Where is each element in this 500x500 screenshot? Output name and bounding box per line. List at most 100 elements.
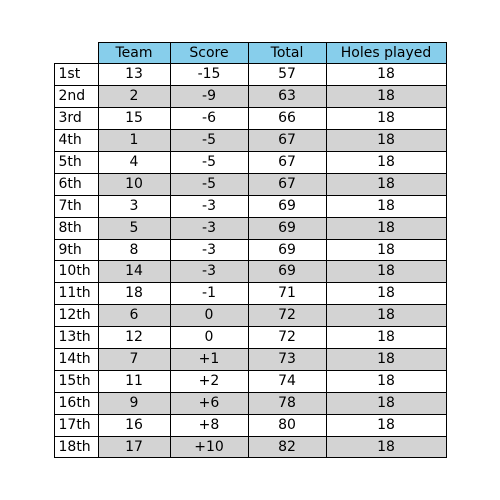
score-cell: -6 [170,108,248,130]
table-row: 17th16+88018 [54,414,446,436]
rank-cell: 17th [54,414,98,436]
team-cell: 14 [98,261,170,283]
table-row: 14th7+17318 [54,349,446,371]
header-blank [54,42,98,64]
holes-cell: 18 [326,327,446,349]
rank-cell: 16th [54,392,98,414]
table-row: 10th14-36918 [54,261,446,283]
team-cell: 8 [98,239,170,261]
total-cell: 67 [248,151,326,173]
table-row: 15th11+27418 [54,370,446,392]
table-row: 6th10-56718 [54,173,446,195]
team-cell: 4 [98,151,170,173]
rank-cell: 8th [54,217,98,239]
rank-cell: 18th [54,436,98,458]
table-row: 7th3-36918 [54,195,446,217]
score-cell: -5 [170,151,248,173]
score-cell: +2 [170,370,248,392]
score-cell: +8 [170,414,248,436]
header-team: Team [98,42,170,64]
team-cell: 5 [98,217,170,239]
total-cell: 69 [248,217,326,239]
leaderboard-table: Team Score Total Holes played 1st13-1557… [54,42,447,459]
team-cell: 16 [98,414,170,436]
score-cell: -3 [170,261,248,283]
table-row: 16th9+67818 [54,392,446,414]
rank-cell: 7th [54,195,98,217]
team-cell: 2 [98,86,170,108]
total-cell: 67 [248,130,326,152]
score-cell: -1 [170,283,248,305]
score-cell: +6 [170,392,248,414]
rank-cell: 14th [54,349,98,371]
score-cell: -3 [170,239,248,261]
team-cell: 9 [98,392,170,414]
total-cell: 72 [248,327,326,349]
team-cell: 17 [98,436,170,458]
team-cell: 11 [98,370,170,392]
team-cell: 7 [98,349,170,371]
total-cell: 73 [248,349,326,371]
table-row: 18th17+108218 [54,436,446,458]
holes-cell: 18 [326,217,446,239]
holes-cell: 18 [326,130,446,152]
team-cell: 3 [98,195,170,217]
header-score: Score [170,42,248,64]
total-cell: 69 [248,239,326,261]
holes-cell: 18 [326,173,446,195]
header-holes: Holes played [326,42,446,64]
team-cell: 10 [98,173,170,195]
total-cell: 78 [248,392,326,414]
team-cell: 15 [98,108,170,130]
table-row: 5th4-56718 [54,151,446,173]
holes-cell: 18 [326,64,446,86]
rank-cell: 12th [54,305,98,327]
table-row: 1st13-155718 [54,64,446,86]
score-cell: -3 [170,195,248,217]
rank-cell: 11th [54,283,98,305]
total-cell: 67 [248,173,326,195]
team-cell: 1 [98,130,170,152]
team-cell: 6 [98,305,170,327]
rank-cell: 10th [54,261,98,283]
table-row: 11th18-17118 [54,283,446,305]
holes-cell: 18 [326,108,446,130]
holes-cell: 18 [326,239,446,261]
score-cell: +10 [170,436,248,458]
total-cell: 74 [248,370,326,392]
rank-cell: 6th [54,173,98,195]
score-cell: -9 [170,86,248,108]
score-cell: +1 [170,349,248,371]
header-total: Total [248,42,326,64]
score-cell: 0 [170,327,248,349]
total-cell: 69 [248,195,326,217]
table-row: 12th607218 [54,305,446,327]
table-row: 2nd2-96318 [54,86,446,108]
table-row: 3rd15-66618 [54,108,446,130]
total-cell: 66 [248,108,326,130]
rank-cell: 9th [54,239,98,261]
score-cell: -3 [170,217,248,239]
holes-cell: 18 [326,305,446,327]
table-row: 8th5-36918 [54,217,446,239]
table-row: 13th1207218 [54,327,446,349]
total-cell: 71 [248,283,326,305]
total-cell: 80 [248,414,326,436]
rank-cell: 4th [54,130,98,152]
rank-cell: 2nd [54,86,98,108]
table-row: 9th8-36918 [54,239,446,261]
holes-cell: 18 [326,370,446,392]
total-cell: 57 [248,64,326,86]
holes-cell: 18 [326,436,446,458]
holes-cell: 18 [326,86,446,108]
header-row: Team Score Total Holes played [54,42,446,64]
team-cell: 13 [98,64,170,86]
holes-cell: 18 [326,392,446,414]
rank-cell: 5th [54,151,98,173]
holes-cell: 18 [326,349,446,371]
total-cell: 82 [248,436,326,458]
total-cell: 69 [248,261,326,283]
rank-cell: 15th [54,370,98,392]
holes-cell: 18 [326,283,446,305]
team-cell: 18 [98,283,170,305]
